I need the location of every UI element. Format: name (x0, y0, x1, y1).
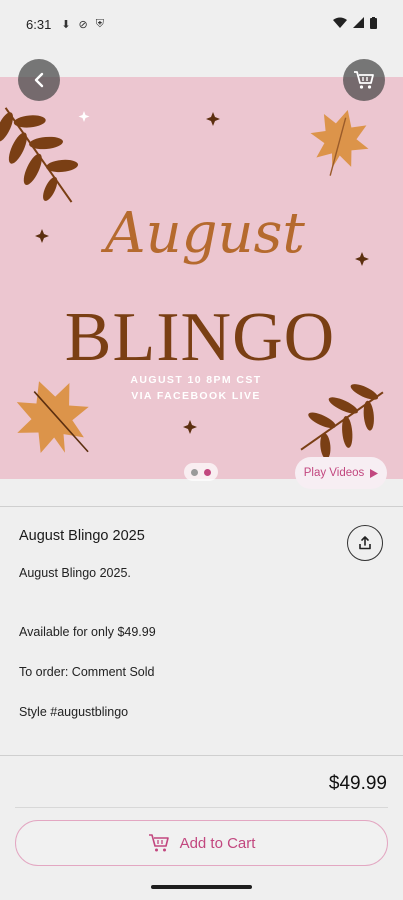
product-description-line: Available for only $49.99 (19, 625, 156, 639)
divider (0, 755, 403, 756)
product-description-line: To order: Comment Sold (19, 665, 155, 679)
battery-icon (370, 16, 377, 32)
product-description-line: August Blingo 2025. (19, 566, 131, 580)
shield-icon: ⛨ (95, 17, 104, 30)
leaf-decoration (0, 107, 79, 203)
divider (0, 506, 403, 507)
cart-icon (148, 834, 169, 852)
back-button[interactable] (18, 59, 60, 101)
divider (15, 807, 388, 808)
hero-date-line: AUGUST 10 8PM CST (130, 374, 261, 386)
play-videos-label: Play Videos (303, 467, 365, 479)
leaf-decoration (310, 110, 369, 176)
chevron-left-icon (34, 72, 44, 88)
status-time: 6:31 (26, 16, 52, 32)
wifi-icon (333, 17, 347, 31)
home-indicator[interactable] (151, 885, 252, 889)
hero-main-title: BLINGO (65, 299, 335, 376)
cart-icon (354, 71, 374, 89)
add-to-cart-label: Add to Cart (179, 834, 256, 852)
share-button[interactable] (347, 525, 383, 561)
hero-script-title: August (100, 201, 305, 266)
carousel-indicator (184, 463, 218, 481)
play-videos-button[interactable]: Play Videos (295, 457, 387, 489)
cart-button[interactable] (343, 59, 385, 101)
download-icon: ⬇ (61, 18, 71, 31)
carousel-dot[interactable] (191, 468, 198, 476)
product-hero-image[interactable]: August BLINGO AUGUST 10 8PM CST VIA FACE… (0, 77, 403, 479)
play-icon (370, 468, 379, 478)
signal-icon (353, 17, 364, 31)
leaf-decoration (16, 381, 89, 454)
product-description-line: Style #augustblingo (19, 705, 129, 719)
status-bar: 6:31 ⬇ ⊘ ⛨ (0, 0, 403, 48)
do-not-disturb-icon: ⊘ (78, 18, 88, 31)
product-price: $49.99 (328, 773, 387, 794)
hero-platform-line: VIA FACEBOOK LIVE (131, 390, 261, 402)
share-icon (359, 536, 371, 550)
carousel-dot-active[interactable] (204, 468, 211, 476)
product-title: August Blingo 2025 (19, 528, 145, 544)
add-to-cart-button[interactable]: Add to Cart (15, 820, 388, 866)
